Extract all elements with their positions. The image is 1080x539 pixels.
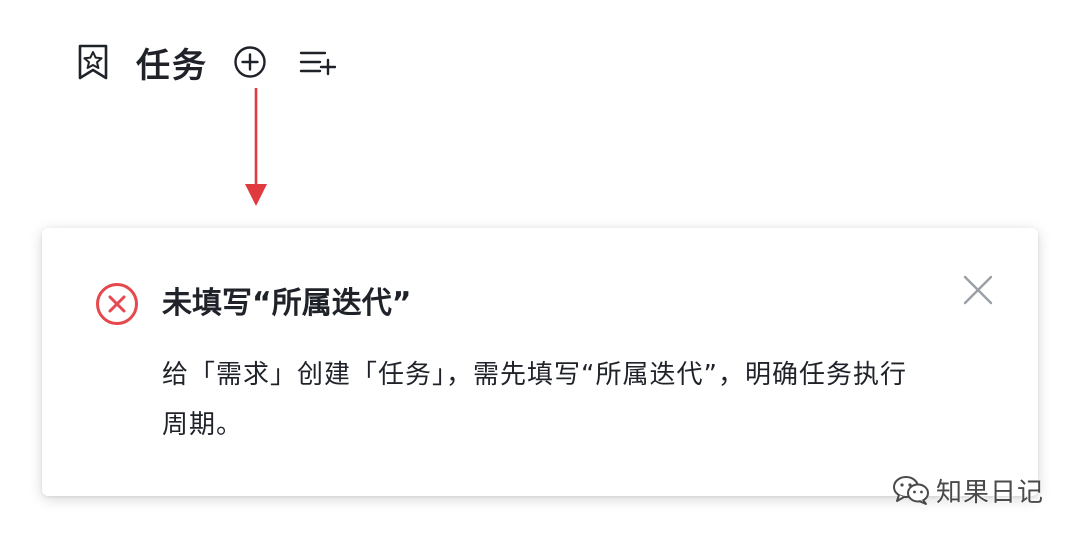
list-add-button[interactable] — [298, 44, 336, 80]
error-notification: 未填写“所属迭代” 给「需求」创建「任务」，需先填写“所属迭代”，明确任务执行周… — [42, 228, 1038, 496]
star-tag-icon[interactable] — [76, 42, 110, 82]
task-toolbar: 任务 — [76, 36, 336, 88]
notification-message: 给「需求」创建「任务」，需先填写“所属迭代”，明确任务执行周期。 — [162, 360, 907, 440]
page-title: 任务 — [136, 45, 208, 86]
watermark-text: 知果日记 — [935, 477, 1044, 508]
annotation-arrow — [245, 88, 267, 206]
close-button[interactable] — [960, 272, 996, 308]
list-add-icon — [299, 51, 336, 76]
notification-title: 未填写“所属迭代” — [162, 286, 412, 321]
close-icon — [963, 275, 993, 305]
watermark: 知果日记 — [892, 470, 1044, 510]
add-circle-icon — [234, 46, 266, 78]
error-circle-icon — [96, 283, 138, 325]
wechat-icon — [892, 476, 929, 505]
add-task-button[interactable] — [232, 44, 268, 80]
